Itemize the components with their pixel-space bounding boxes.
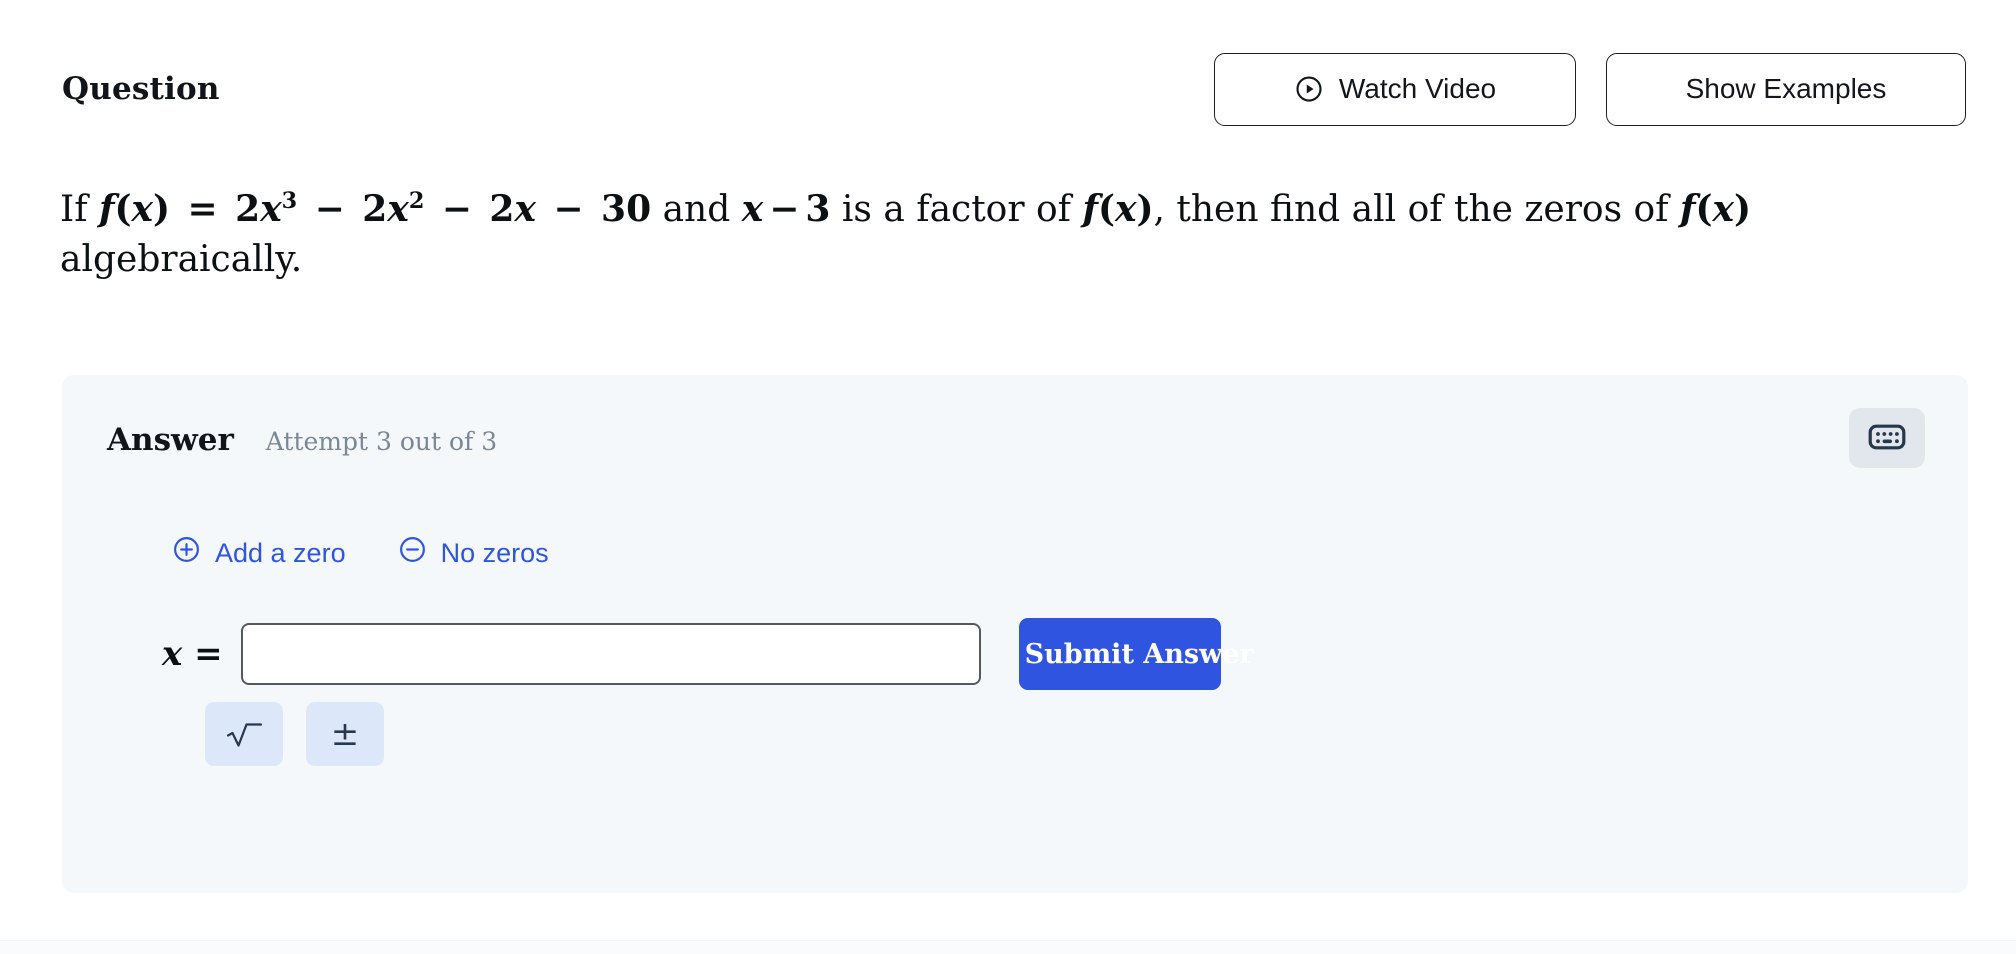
add-a-zero-label: Add a zero	[215, 537, 346, 568]
answer-input-row: x = Submit Answer	[162, 618, 1254, 690]
bottom-divider	[0, 940, 2016, 954]
minus-circle-icon	[398, 535, 427, 571]
answer-panel: Answer Attempt 3 out of 3 Add a zero No …	[62, 375, 1968, 893]
and-word: and	[662, 189, 731, 230]
term3-variable: x	[514, 188, 536, 230]
submit-answer-button[interactable]: Submit Answer	[1018, 618, 1254, 690]
paren-close-2: )	[1136, 188, 1154, 230]
function-arg-x: x	[131, 188, 154, 230]
minus-sign-2: −	[441, 188, 472, 230]
function-f-2: f	[1082, 188, 1098, 230]
term2-coefficient: 2	[362, 188, 388, 230]
function-arg-x-3: x	[1712, 188, 1734, 230]
answer-label: Answer	[107, 422, 234, 458]
factor-minus-sign: −	[769, 188, 800, 230]
question-page: Question Watch Video Show Examples If f(…	[0, 0, 2016, 954]
no-zeros-label: No zeros	[440, 537, 549, 568]
watch-video-button[interactable]: Watch Video	[1214, 52, 1576, 126]
term2-exponent: 2	[408, 188, 425, 214]
middle-text: is a factor of	[841, 189, 1071, 230]
header-actions: Watch Video Show Examples	[1214, 52, 1966, 126]
paren-open-2: (	[1097, 188, 1115, 230]
question-text: If f(x) = 2x3 − 2x2 − 2x − 30 and x −3 is…	[60, 185, 1960, 284]
no-zeros-button[interactable]: No zeros	[398, 535, 549, 571]
paren-open: (	[114, 188, 132, 230]
watch-video-label: Watch Video	[1338, 73, 1497, 104]
term1-variable: x	[260, 188, 282, 230]
plus-minus-key: ±	[306, 702, 384, 766]
minus-sign-3: −	[553, 188, 584, 230]
answer-input[interactable]	[240, 623, 981, 685]
question-second-line: algebraically.	[60, 238, 303, 280]
function-f-3: f	[1679, 188, 1696, 230]
show-examples-label: Show Examples	[1685, 73, 1887, 104]
term3-coefficient: 2	[489, 188, 515, 230]
show-examples-button[interactable]: Show Examples	[1606, 52, 1966, 126]
factor-constant: 3	[805, 188, 831, 230]
tail-text: , then find all of the zeros of	[1153, 189, 1669, 230]
keyboard-toggle-button[interactable]	[1849, 408, 1925, 468]
minus-sign-1: −	[314, 188, 345, 230]
paren-open-3: (	[1695, 188, 1713, 230]
function-f: f	[99, 188, 115, 230]
question-header: Question Watch Video Show Examples	[62, 52, 1966, 126]
sqrt-key[interactable]	[205, 702, 283, 766]
factor-variable: x	[741, 188, 764, 230]
plus-circle-icon	[172, 535, 201, 571]
term1-exponent: 3	[281, 188, 298, 214]
zero-actions: Add a zero No zeros	[172, 535, 549, 571]
paren-close: )	[153, 188, 171, 230]
function-arg-x-2: x	[1114, 188, 1137, 230]
attempt-counter: Attempt 3 out of 3	[265, 427, 498, 456]
paren-close-3: )	[1733, 188, 1752, 230]
symbol-keypad: ±	[205, 702, 384, 766]
page-title: Question	[62, 71, 220, 107]
play-circle-icon	[1294, 74, 1324, 104]
constant-term: 30	[601, 188, 652, 230]
equals-sign: =	[187, 188, 218, 230]
question-prefix: If	[60, 189, 88, 230]
x-equals-label: x =	[162, 634, 223, 674]
keyboard-icon	[1868, 423, 1906, 454]
term2-variable: x	[387, 188, 409, 230]
answer-header: Answer Attempt 3 out of 3	[107, 422, 497, 458]
term1-coefficient: 2	[235, 188, 261, 230]
add-a-zero-button[interactable]: Add a zero	[172, 535, 346, 571]
